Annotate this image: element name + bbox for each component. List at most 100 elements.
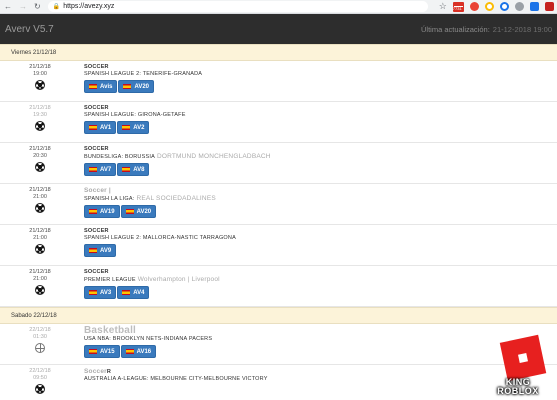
soccer-ball-icon	[35, 80, 45, 90]
spain-flag-icon	[89, 248, 97, 253]
event-datetime: 21/12/18 21:00	[0, 269, 80, 306]
match-name: PREMIER LEAGUE	[84, 277, 136, 283]
spain-flag-icon	[123, 84, 132, 89]
spain-flag-icon	[122, 125, 131, 130]
stream-label: AV3	[100, 289, 112, 296]
event-time: 19:00	[33, 71, 47, 77]
stream-button[interactable]: AV9	[84, 244, 117, 257]
stream-label: AV9	[100, 247, 112, 254]
stream-button[interactable]: AV4	[117, 286, 150, 299]
extension-icon[interactable]	[514, 2, 524, 11]
event-body: SOCCER BUNDESLIGA: BORUSSIA DORTMUND MONCH…	[80, 146, 557, 183]
spain-flag-icon	[89, 349, 97, 354]
stream-button[interactable]: Avis	[84, 80, 118, 93]
spain-flag-icon	[89, 290, 97, 295]
stream-buttons: AV7 AV8	[84, 163, 557, 176]
stream-button[interactable]: AV3	[84, 286, 117, 299]
match-name: AUSTRALIA A-LEAGUE: MELBOURNE CITY-MELBO…	[84, 376, 268, 382]
translate-icon[interactable]	[529, 2, 539, 11]
stream-button[interactable]: AV15	[84, 345, 120, 358]
event-date: 21/12/18	[29, 105, 51, 111]
event-row[interactable]: 21/12/18 21:00 SOCCER SPANISH LEAGUE 2: MAL…	[0, 225, 557, 266]
spain-flag-icon	[89, 209, 97, 214]
stream-label: AV16	[136, 348, 152, 355]
stream-button[interactable]: AV20	[120, 205, 157, 218]
event-date: 21/12/18	[29, 269, 51, 275]
event-datetime: 21/12/18 20:30	[0, 146, 80, 183]
forward-icon[interactable]: →	[19, 2, 27, 11]
address-bar[interactable]: 🔒 https://avezy.xyz	[47, 1, 428, 12]
event-row[interactable]: 22/12/18 01:30 Basketball USA NBA: BROOKLYN…	[0, 324, 557, 365]
events-list: Viernes 21/12/18 21/12/18 19:00 SOCCER SPANI…	[0, 44, 557, 400]
spain-flag-icon	[122, 290, 131, 295]
event-date: 22/12/18	[29, 327, 51, 333]
gmail-icon[interactable]: 7731	[452, 1, 464, 12]
event-time: 21:00	[33, 235, 47, 241]
stream-buttons: AV19 AV20	[84, 205, 557, 218]
stream-label: AV2	[133, 124, 145, 131]
stream-label: AV4	[133, 289, 145, 296]
event-time: 21:00	[33, 194, 47, 200]
stream-button[interactable]: AV16	[120, 345, 157, 358]
roblox-logo-icon	[499, 334, 547, 382]
back-icon[interactable]: ←	[4, 2, 12, 11]
sport-label: SOCCER	[84, 64, 109, 70]
event-row[interactable]: 21/12/18 21:00 SOCCER PREMIER LEAGUE Wolverh…	[0, 266, 557, 307]
event-match: BUNDESLIGA: BORUSSIA DORTMUND MONCHENGLAD…	[84, 153, 557, 161]
event-row[interactable]: 21/12/18 21:00 Soccer | SPANISH LA LIGA: REA…	[0, 184, 557, 225]
event-row[interactable]: 21/12/18 19:30 SOCCER SPANISH LEAGUE: GIRON…	[0, 102, 557, 143]
event-row[interactable]: 21/12/18 19:00 SOCCER SPANISH LEAGUE 2: TEN…	[0, 61, 557, 102]
event-date: 22/12/18	[29, 368, 51, 374]
stream-label: Avis	[100, 83, 113, 90]
stream-label: AV20	[134, 83, 150, 90]
spain-flag-icon	[122, 167, 131, 172]
bookmark-star-icon[interactable]: ☆	[439, 1, 447, 12]
stream-label: AV20	[136, 208, 152, 215]
event-date: 21/12/18	[29, 187, 51, 193]
stream-label: AV19	[100, 208, 115, 215]
sport-label-tail: R	[106, 369, 112, 375]
stream-button[interactable]: AV1	[84, 121, 117, 134]
sport-label: SOCCER	[84, 269, 109, 275]
event-body: Soccer | SPANISH LA LIGA: REAL SOCIEDADALI…	[80, 187, 557, 224]
stream-button[interactable]: AV2	[117, 121, 150, 134]
stream-buttons: Avis AV20	[84, 80, 557, 93]
google-icon[interactable]	[499, 2, 509, 11]
event-row[interactable]: 21/12/18 20:30 SOCCER BUNDESLIGA: BORUSSIA D…	[0, 143, 557, 184]
sport-label: SOCCER	[84, 228, 109, 234]
sport-label: Basketball	[84, 325, 137, 336]
spain-flag-icon	[89, 125, 97, 130]
day-header: Viernes 21/12/18	[0, 44, 557, 61]
spain-flag-icon	[89, 84, 97, 89]
sport-label: Soccer |	[84, 187, 111, 194]
event-datetime: 21/12/18 19:00	[0, 64, 80, 101]
event-sport: SOCCER	[84, 146, 557, 153]
event-datetime: 21/12/18 19:30	[0, 105, 80, 142]
soccer-ball-icon	[35, 162, 45, 172]
stream-button[interactable]: AV7	[84, 163, 117, 176]
event-date: 21/12/18	[29, 228, 51, 234]
opera-icon[interactable]	[484, 2, 494, 11]
gmail-badge: 7731	[452, 5, 462, 11]
stream-label: AV7	[100, 166, 112, 173]
event-match: PREMIER LEAGUE Wolverhampton | Liverpool	[84, 276, 557, 284]
match-name: USA NBA: BROOKLYN NETS-INDIANA PACERS	[84, 336, 213, 342]
url-text: https://avezy.xyz	[63, 3, 115, 10]
logo-line-2: ROBLOX	[497, 386, 539, 396]
reload-icon[interactable]: ↻	[34, 2, 41, 11]
stream-buttons: AV3 AV4	[84, 286, 557, 299]
event-sport: SOCCER	[84, 269, 557, 276]
stream-button[interactable]: AV8	[117, 163, 150, 176]
match-name: SPANISH LEAGUE 2: TENERIFE-GRANADA	[84, 71, 203, 77]
event-row[interactable]: 22/12/18 09:50 SoccerR AUSTRALIA A-LEAGUE: …	[0, 365, 557, 400]
stream-buttons: AV1 AV2	[84, 121, 557, 134]
stream-buttons: AV9	[84, 244, 557, 257]
event-datetime: 21/12/18 21:00	[0, 228, 80, 265]
adblock-icon[interactable]	[544, 2, 554, 11]
youtube-icon[interactable]	[469, 2, 479, 11]
match-name-overlay: DORTMUND MONCHENGLADBACH	[156, 153, 271, 160]
event-body: SOCCER PREMIER LEAGUE Wolverhampton | Live…	[80, 269, 557, 306]
stream-button[interactable]: AV19	[84, 205, 120, 218]
stream-button[interactable]: AV20	[118, 80, 155, 93]
event-time: 21:00	[33, 276, 47, 282]
